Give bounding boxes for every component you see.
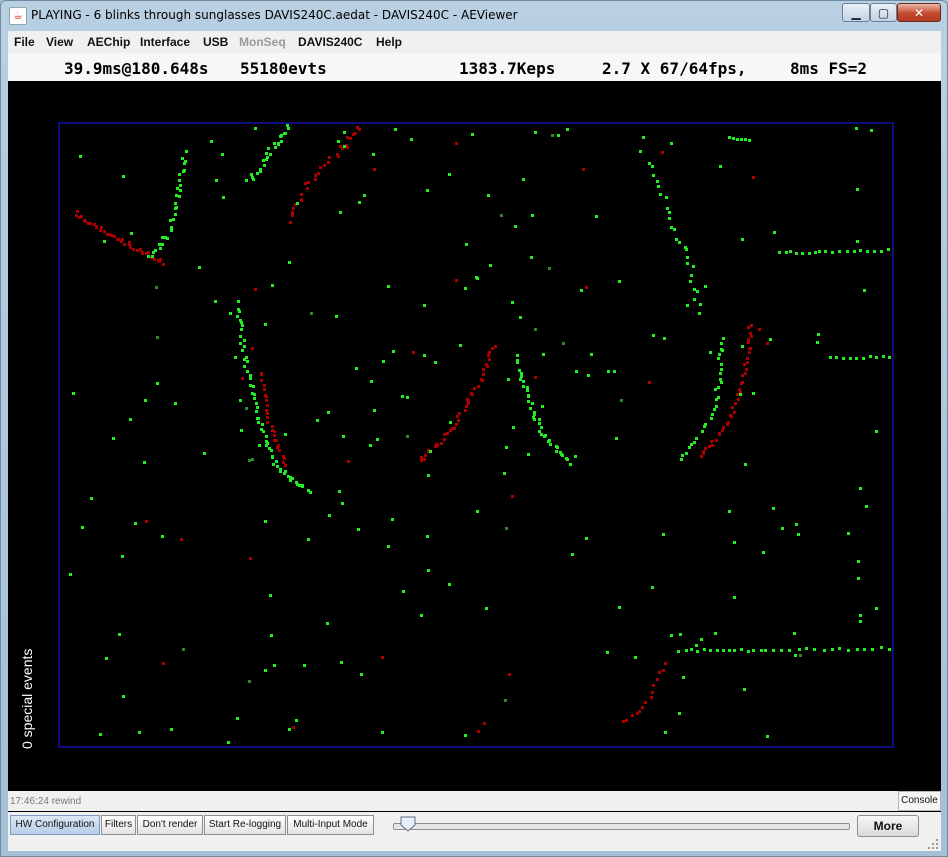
- window-title: PLAYING - 6 blinks through sunglasses DA…: [31, 8, 518, 22]
- app-window: ☕ PLAYING - 6 blinks through sunglasses …: [0, 0, 948, 857]
- status-rate: 1383.7Keps: [459, 59, 556, 78]
- more-button[interactable]: More: [857, 815, 919, 837]
- log-text: 17:46:24 rewind: [10, 796, 82, 807]
- menu-view[interactable]: View: [46, 35, 73, 49]
- status-time: 39.9ms@180.648s: [64, 59, 209, 78]
- playback-slider-track[interactable]: [393, 823, 850, 830]
- hw-configuration-button[interactable]: HW Configuration: [10, 815, 100, 835]
- start-relogging-button[interactable]: Start Re-logging: [204, 815, 286, 835]
- title-bar[interactable]: ☕ PLAYING - 6 blinks through sunglasses …: [1, 1, 947, 31]
- dont-render-button[interactable]: Don't render: [137, 815, 203, 835]
- event-pixels: [69, 124, 891, 744]
- close-button[interactable]: ✕: [897, 3, 941, 22]
- resize-grip-icon[interactable]: [925, 836, 939, 850]
- status-frame: 8ms FS=2: [790, 59, 868, 78]
- sensor-view: [8, 81, 941, 791]
- status-fps: 2.7 X 67/64fps,: [602, 59, 747, 78]
- bottom-toolbar: HW Configuration Filters Don't render St…: [8, 812, 941, 840]
- status-line: 39.9ms@180.648s 55180evts 1383.7Keps 2.7…: [8, 53, 941, 81]
- menu-file[interactable]: File: [14, 35, 35, 49]
- menu-davis240c[interactable]: DAVIS240C: [298, 35, 362, 49]
- event-display-canvas[interactable]: 0 special events: [8, 81, 941, 819]
- menu-bar: File View AEChip Interface USB MonSeq DA…: [8, 31, 941, 53]
- close-icon: ✕: [913, 5, 925, 20]
- playback-slider-thumb[interactable]: [400, 816, 416, 832]
- menu-usb[interactable]: USB: [203, 35, 228, 49]
- minimize-icon: ▁: [851, 5, 861, 20]
- multi-input-mode-button[interactable]: Multi-Input Mode: [287, 815, 374, 835]
- maximize-icon: ▢: [877, 5, 890, 20]
- menu-aechip[interactable]: AEChip: [87, 35, 130, 49]
- maximize-button[interactable]: ▢: [870, 3, 897, 22]
- status-events: 55180evts: [240, 59, 327, 78]
- sensor-frame: [58, 122, 894, 748]
- special-events-label: 0 special events: [19, 648, 35, 749]
- client-area: File View AEChip Interface USB MonSeq DA…: [8, 31, 941, 851]
- menu-monseq: MonSeq: [239, 35, 286, 49]
- log-bar: 17:46:24 rewind Console: [8, 791, 941, 811]
- menu-interface[interactable]: Interface: [140, 35, 190, 49]
- menu-help[interactable]: Help: [376, 35, 402, 49]
- java-cup-icon: ☕: [9, 7, 27, 25]
- filters-button[interactable]: Filters: [101, 815, 136, 835]
- minimize-button[interactable]: ▁: [842, 3, 870, 22]
- console-button[interactable]: Console: [898, 791, 941, 811]
